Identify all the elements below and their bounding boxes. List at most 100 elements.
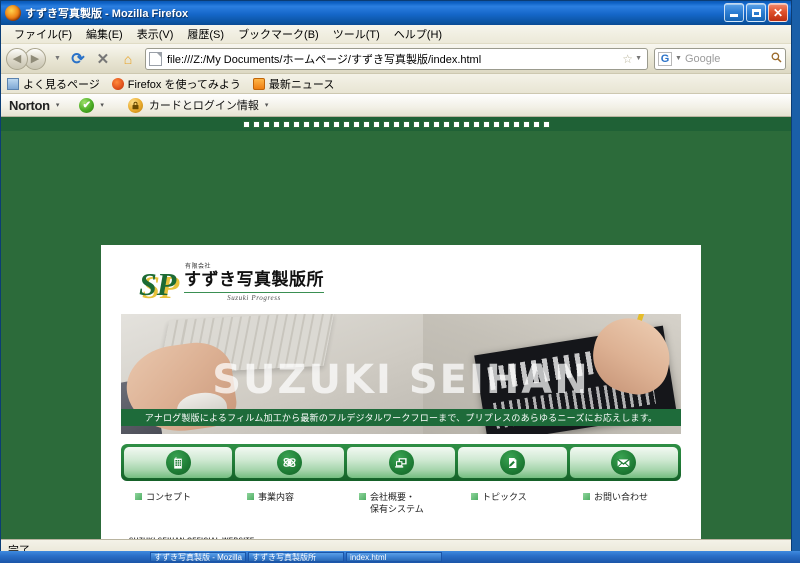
bookmark-star-icon[interactable]: ☆ xyxy=(622,52,633,66)
maximize-button[interactable] xyxy=(746,3,766,22)
desktop-background: すずき写真製版 - Mozilla Firefox ✕ ファイル(F) 編集(E… xyxy=(0,0,800,563)
back-button[interactable]: ◀ xyxy=(6,47,28,70)
nav-button-concept[interactable] xyxy=(124,447,233,478)
page-favicon-icon xyxy=(148,51,162,66)
nav-label-contact[interactable]: お問い合わせ xyxy=(569,491,681,515)
perforation-strip xyxy=(1,117,791,131)
menu-history[interactable]: 履歴(S) xyxy=(180,24,231,44)
nav-label-business[interactable]: 事業内容 xyxy=(233,491,345,515)
nav-label-topics[interactable]: トピックス xyxy=(457,491,569,515)
bullet-square-icon xyxy=(471,493,478,500)
forward-arrow-icon: ▶ xyxy=(30,53,40,65)
taskbar-item[interactable]: index.html xyxy=(346,552,442,562)
perforation-square xyxy=(342,120,350,128)
search-input-placeholder: Google xyxy=(684,52,721,65)
reload-button[interactable]: ⟳ xyxy=(67,48,89,70)
perforation-square xyxy=(452,120,460,128)
norton-vault-dropdown-icon[interactable]: ▾ xyxy=(265,101,269,109)
menu-edit[interactable]: 編集(E) xyxy=(79,24,130,44)
stop-icon: ✕ xyxy=(96,50,110,68)
firefox-logo-icon xyxy=(5,5,21,21)
nav-label-concept[interactable]: コンセプト xyxy=(121,491,233,515)
perforation-square xyxy=(352,120,360,128)
taskbar-item[interactable]: すずき写真製版 - Mozilla xyxy=(150,552,246,562)
rss-icon xyxy=(252,77,265,90)
perforation-square xyxy=(542,120,550,128)
address-dropdown-icon[interactable]: ▼ xyxy=(635,55,642,62)
minimize-button[interactable] xyxy=(724,3,744,22)
atom-icon xyxy=(277,450,303,475)
perforation-square xyxy=(522,120,530,128)
perforation-square xyxy=(462,120,470,128)
menu-help[interactable]: ヘルプ(H) xyxy=(387,24,449,44)
nav-label-text: コンセプト xyxy=(146,492,192,502)
menu-bar: ファイル(F) 編集(E) 表示(V) 履歴(S) ブックマーク(B) ツール(… xyxy=(1,25,791,44)
nav-button-company-profile[interactable] xyxy=(346,447,456,478)
perforation-square xyxy=(292,120,300,128)
document-pen-icon xyxy=(499,450,525,475)
address-bar[interactable]: file:///Z:/My Documents/ホームページ/すずき写真製版/i… xyxy=(144,47,648,70)
taskbar-item[interactable]: すずき写真製版所 xyxy=(248,552,344,562)
nav-label-text: お問い合わせ xyxy=(594,492,649,502)
perforation-square xyxy=(242,120,250,128)
home-button[interactable]: ⌂ xyxy=(117,48,139,70)
norton-safe-dropdown-icon[interactable]: ▾ xyxy=(100,101,104,109)
menu-view[interactable]: 表示(V) xyxy=(130,24,181,44)
bookmark-label: Firefox を使ってみよう xyxy=(127,78,241,91)
bookmark-most-visited[interactable]: よく見るページ xyxy=(7,76,100,92)
logo-text-block: 有限会社 すずき写真製版所 Suzuki Progress xyxy=(184,261,324,302)
bookmark-latest-headlines[interactable]: 最新ニュース xyxy=(252,76,335,92)
window-titlebar: すずき写真製版 - Mozilla Firefox ✕ xyxy=(1,1,791,25)
reload-icon: ⟳ xyxy=(71,50,85,68)
logo-subtitle: Suzuki Progress xyxy=(227,294,281,302)
norton-vault-label[interactable]: カードとログイン情報 xyxy=(149,97,259,113)
website-content-card: SP SP 有限会社 すずき写真製版所 Suzuki Progress SUZU… xyxy=(101,245,701,539)
site-logo[interactable]: SP SP 有限会社 すずき写真製版所 Suzuki Progress xyxy=(139,261,701,303)
norton-vault-lock-icon[interactable] xyxy=(127,97,143,113)
perforation-square xyxy=(272,120,280,128)
nav-button-topics[interactable] xyxy=(458,447,567,478)
perforation-square xyxy=(502,120,510,128)
folder-icon xyxy=(7,77,19,90)
nav-label-company-profile[interactable]: 会社概要・ 保有システム xyxy=(345,491,457,515)
logo-company-type: 有限会社 xyxy=(185,264,212,270)
site-footer: SUZUKI SEIHAN OFFICIAL WEBSITE Copyright… xyxy=(129,537,681,539)
perforation-square xyxy=(512,120,520,128)
navigation-toolbar: ◀ ▶ ▼ ⟳ ✕ ⌂ file:///Z:/My Documents/ホームペ… xyxy=(1,44,791,74)
menu-file[interactable]: ファイル(F) xyxy=(7,24,79,44)
search-magnifier-icon[interactable] xyxy=(771,52,782,66)
nav-button-contact[interactable] xyxy=(569,447,679,478)
logo-divider xyxy=(184,292,324,293)
bullet-square-icon xyxy=(359,493,366,500)
main-navigation-bar xyxy=(121,444,681,481)
perforation-square xyxy=(262,120,270,128)
perforation-square xyxy=(532,120,540,128)
windows-taskbar: すずき写真製版 - Mozilla すずき写真製版所 index.html xyxy=(0,551,800,563)
norton-safe-check-icon[interactable]: ✔ xyxy=(79,97,95,113)
browser-window: すずき写真製版 - Mozilla Firefox ✕ ファイル(F) 編集(E… xyxy=(0,0,792,560)
stop-button[interactable]: ✕ xyxy=(92,48,114,70)
norton-dropdown-icon[interactable]: ▾ xyxy=(56,101,60,109)
search-bar[interactable]: G ▼ Google xyxy=(654,47,786,70)
google-icon[interactable]: G xyxy=(658,51,672,66)
nav-arrows-group: ◀ ▶ xyxy=(6,47,46,70)
site-header: SP SP 有限会社 すずき写真製版所 Suzuki Progress xyxy=(101,245,701,310)
window-controls: ✕ xyxy=(724,3,788,22)
page-viewport: SP SP 有限会社 すずき写真製版所 Suzuki Progress SUZU… xyxy=(1,117,791,539)
perforation-square xyxy=(252,120,260,128)
menu-bookmarks[interactable]: ブックマーク(B) xyxy=(231,24,326,44)
search-engine-dropdown-icon[interactable]: ▼ xyxy=(675,55,682,62)
bookmark-label: よく見るページ xyxy=(23,78,100,91)
perforation-square xyxy=(372,120,380,128)
building-icon xyxy=(165,450,191,475)
norton-brand-label[interactable]: Norton xyxy=(9,98,50,113)
perforation-square xyxy=(362,120,370,128)
nav-button-business[interactable] xyxy=(235,447,344,478)
bookmark-label: 最新ニュース xyxy=(268,78,335,91)
envelope-icon xyxy=(611,450,637,475)
history-dropdown-icon[interactable]: ▼ xyxy=(54,55,61,62)
bookmark-getting-started[interactable]: Firefox を使ってみよう xyxy=(111,76,241,92)
norton-toolbar: Norton ▾ ✔ ▾ カードとログイン情報 ▾ xyxy=(1,94,791,117)
close-button[interactable]: ✕ xyxy=(768,3,788,22)
menu-tools[interactable]: ツール(T) xyxy=(326,24,387,44)
